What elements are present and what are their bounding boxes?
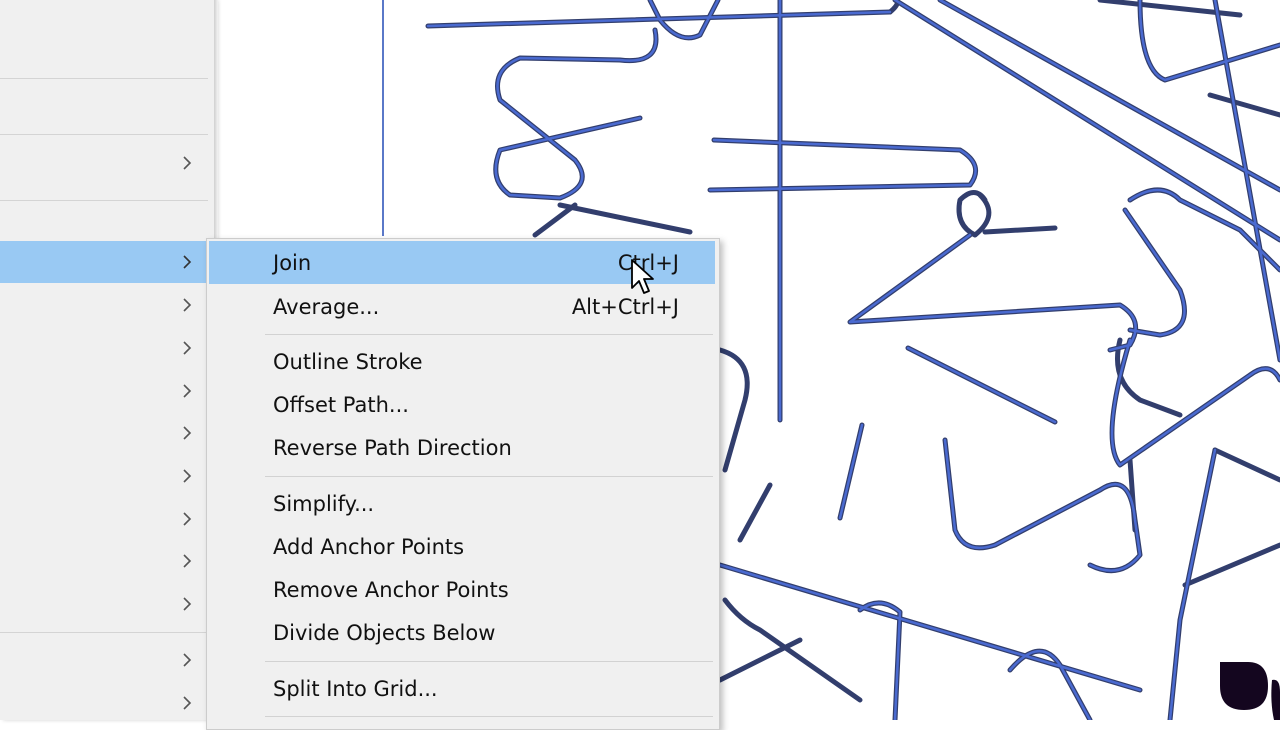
menu-item-label: Split Into Grid... bbox=[273, 676, 438, 701]
menu-item-label: Simplify... bbox=[273, 491, 375, 516]
menu-item-offset-path[interactable]: Offset Path... bbox=[209, 383, 715, 426]
menu-item-split-into-grid[interactable]: Split Into Grid... bbox=[209, 667, 715, 710]
menu-item-label: Divide Objects Below bbox=[273, 620, 496, 645]
artboard-edge-guide bbox=[382, 0, 384, 236]
parent-menu-item[interactable] bbox=[0, 639, 208, 681]
menu-separator bbox=[0, 200, 208, 201]
menu-item-add-anchor-points[interactable]: Add Anchor Points bbox=[209, 525, 715, 568]
menu-item-outline-stroke[interactable]: Outline Stroke bbox=[209, 340, 715, 383]
parent-menu-item[interactable] bbox=[0, 498, 208, 540]
menu-item-label: Reverse Path Direction bbox=[273, 435, 512, 460]
chevron-right-icon bbox=[183, 298, 192, 312]
menu-item-label: Average... bbox=[273, 294, 380, 319]
parent-menu-item[interactable] bbox=[0, 142, 208, 184]
parent-menu-item-path[interactable] bbox=[0, 241, 208, 283]
menu-separator bbox=[0, 78, 208, 79]
chevron-right-icon bbox=[183, 384, 192, 398]
chevron-right-icon bbox=[183, 696, 192, 710]
menu-item-shortcut: Alt+Ctrl+J bbox=[571, 294, 679, 319]
parent-menu bbox=[0, 0, 215, 720]
chevron-right-icon bbox=[183, 156, 192, 170]
menu-separator bbox=[0, 134, 208, 135]
chevron-right-icon bbox=[183, 341, 192, 355]
menu-item-reverse-path-direction[interactable]: Reverse Path Direction bbox=[209, 426, 715, 469]
parent-menu-item[interactable] bbox=[0, 455, 208, 497]
chevron-right-icon bbox=[183, 653, 192, 667]
menu-separator bbox=[0, 632, 208, 633]
menu-item-label: Offset Path... bbox=[273, 392, 409, 417]
menu-separator bbox=[265, 476, 713, 477]
chevron-right-icon bbox=[183, 554, 192, 568]
menu-item-simplify[interactable]: Simplify... bbox=[209, 482, 715, 525]
menu-separator bbox=[265, 661, 713, 662]
chevron-right-icon bbox=[183, 426, 192, 440]
menu-item-label: Outline Stroke bbox=[273, 349, 423, 374]
chevron-right-icon bbox=[183, 597, 192, 611]
parent-menu-item[interactable] bbox=[0, 682, 208, 724]
menu-item-label: Join bbox=[273, 250, 312, 275]
arrow-cursor-icon bbox=[631, 259, 654, 294]
menu-item-remove-anchor-points[interactable]: Remove Anchor Points bbox=[209, 568, 715, 611]
parent-menu-item[interactable] bbox=[0, 370, 208, 412]
parent-menu-item[interactable] bbox=[0, 327, 208, 369]
menu-item-divide-objects-below[interactable]: Divide Objects Below bbox=[209, 611, 715, 654]
brand-logo-icon bbox=[1220, 662, 1280, 720]
parent-menu-item[interactable] bbox=[0, 583, 208, 625]
chevron-right-icon bbox=[183, 255, 192, 269]
chevron-right-icon bbox=[183, 469, 192, 483]
menu-separator bbox=[265, 716, 713, 717]
chevron-right-icon bbox=[183, 512, 192, 526]
parent-menu-item[interactable] bbox=[0, 284, 208, 326]
path-submenu: Join Ctrl+J Average... Alt+Ctrl+J Outlin… bbox=[206, 238, 720, 730]
parent-menu-item[interactable] bbox=[0, 540, 208, 582]
parent-menu-item[interactable] bbox=[0, 412, 208, 454]
menu-separator bbox=[265, 334, 713, 335]
menu-item-label: Add Anchor Points bbox=[273, 534, 465, 559]
menu-item-label: Remove Anchor Points bbox=[273, 577, 509, 602]
